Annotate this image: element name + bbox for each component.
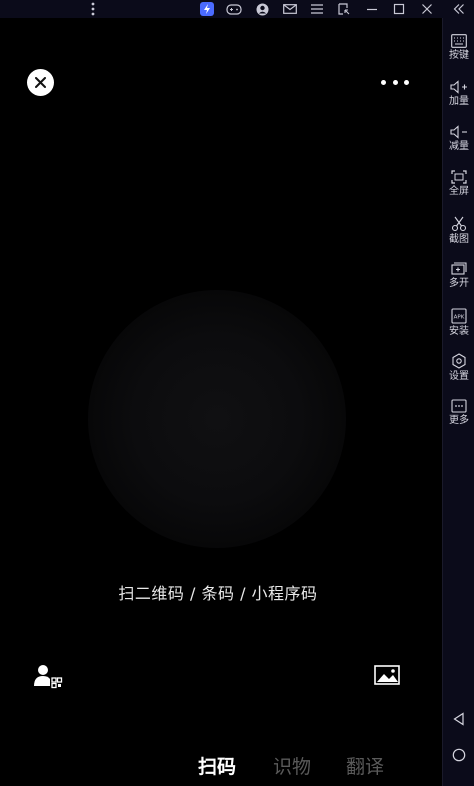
hamburger-menu-icon[interactable] xyxy=(309,0,325,18)
more-dot-icon xyxy=(404,79,409,85)
maximize-icon[interactable] xyxy=(391,0,407,18)
minimize-icon[interactable] xyxy=(364,0,380,18)
brand-bolt-icon[interactable] xyxy=(198,0,216,18)
sidebar-item-label: 减量 xyxy=(449,141,469,152)
vertical-dots-icon[interactable] xyxy=(84,0,102,18)
sidebar-item-more[interactable]: 更多 xyxy=(443,395,474,437)
sidebar-item-keys[interactable]: 按键 xyxy=(443,30,474,72)
back-triangle-icon xyxy=(453,712,464,726)
mail-icon[interactable] xyxy=(281,0,299,18)
sidebar-item-screenshot[interactable]: 截图 xyxy=(443,212,474,254)
tab-scan[interactable]: 扫码 xyxy=(198,753,236,781)
mode-tabs: 扫码 识物 翻译 xyxy=(0,753,436,783)
tab-identify-object[interactable]: 识物 xyxy=(273,753,311,781)
keyboard-icon xyxy=(451,34,467,48)
pin-window-icon[interactable] xyxy=(336,0,352,18)
sidebar-item-settings[interactable]: 设置 xyxy=(443,349,474,391)
volume-down-icon xyxy=(450,125,467,139)
image-icon xyxy=(374,665,400,685)
svg-text:APK: APK xyxy=(454,315,465,321)
photo-album-button[interactable] xyxy=(374,665,402,687)
window-close-icon[interactable] xyxy=(418,0,436,18)
sidebar-item-label: 安装 xyxy=(449,326,469,337)
sidebar-item-label: 截图 xyxy=(449,234,469,245)
volume-up-icon xyxy=(450,80,467,94)
title-bar xyxy=(0,0,474,18)
scan-focus-area xyxy=(88,290,346,548)
sidebar-item-multi-instance[interactable]: 多开 xyxy=(443,258,474,300)
sidebar-item-label: 多开 xyxy=(449,278,469,289)
nav-back-button[interactable] xyxy=(443,708,474,730)
sidebar-item-volume-down[interactable]: 减量 xyxy=(443,121,474,163)
multi-instance-icon xyxy=(451,262,467,275)
more-dot-icon xyxy=(392,79,398,85)
sidebar-item-volume-up[interactable]: 加量 xyxy=(443,76,474,118)
my-qr-code-button[interactable] xyxy=(32,662,64,690)
tab-translate[interactable]: 翻译 xyxy=(346,753,384,781)
emulator-window: 按键 加量 减量 全屏 截图 多开 APK 安装 设置 更多 扫二维码 / 条码… xyxy=(0,0,474,786)
nav-home-button[interactable] xyxy=(443,744,474,766)
settings-icon xyxy=(452,353,466,369)
home-circle-icon xyxy=(452,748,466,762)
scissors-icon xyxy=(451,216,467,232)
emulator-sidebar: 按键 加量 减量 全屏 截图 多开 APK 安装 设置 更多 xyxy=(442,18,474,786)
fullscreen-icon xyxy=(451,170,467,184)
apk-icon: APK xyxy=(451,308,467,324)
sidebar-item-label: 全屏 xyxy=(449,186,469,197)
gamepad-icon[interactable] xyxy=(224,0,244,18)
more-options-button[interactable] xyxy=(381,74,409,90)
sidebar-item-label: 更多 xyxy=(449,415,469,426)
close-icon xyxy=(35,77,46,88)
more-dot-icon xyxy=(381,79,386,85)
sidebar-item-fullscreen[interactable]: 全屏 xyxy=(443,166,474,208)
sidebar-item-label: 加量 xyxy=(449,96,469,107)
more-icon xyxy=(451,399,467,413)
user-qr-icon xyxy=(34,665,63,689)
close-button[interactable] xyxy=(27,69,54,96)
user-avatar-icon[interactable] xyxy=(254,0,270,18)
scan-hint-text: 扫二维码 / 条码 / 小程序码 xyxy=(118,584,318,603)
sidebar-item-label: 按键 xyxy=(449,50,469,61)
collapse-sidebar-icon[interactable] xyxy=(450,0,468,18)
sidebar-item-install[interactable]: APK 安装 xyxy=(443,304,474,346)
sidebar-item-label: 设置 xyxy=(449,371,469,382)
